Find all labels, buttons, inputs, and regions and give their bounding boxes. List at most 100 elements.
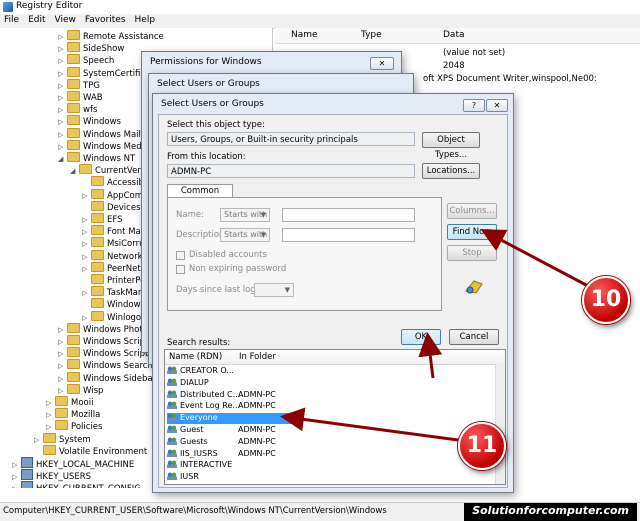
- tree-item[interactable]: ▷ Wisp: [58, 383, 103, 396]
- menu-file[interactable]: File: [0, 14, 24, 25]
- stop-button[interactable]: Stop: [447, 245, 497, 261]
- search-results-list[interactable]: Name (RDN) In Folder CREATOR O... DIALUP D…: [164, 349, 506, 485]
- expand-icon[interactable]: ▷: [58, 143, 65, 151]
- tree-item[interactable]: ◢ Windows NT: [58, 152, 135, 164]
- tree-item[interactable]: Windows: [82, 298, 145, 310]
- result-row[interactable]: Distributed C... ADMN-PC: [167, 389, 467, 401]
- expand-icon[interactable]: ▷: [58, 70, 65, 78]
- tree-item[interactable]: ▷ Windows Media: [58, 139, 149, 152]
- tree-item[interactable]: Accessibi: [82, 176, 146, 188]
- expand-icon[interactable]: ▷: [58, 118, 65, 126]
- description-input[interactable]: [282, 228, 415, 242]
- disabled-accounts-checkbox[interactable]: [176, 251, 185, 260]
- menu-help[interactable]: Help: [131, 14, 161, 25]
- expand-icon[interactable]: ▷: [58, 362, 65, 370]
- tree-item[interactable]: ▷ Windows Script I: [58, 347, 154, 359]
- name-match-select[interactable]: Starts with ▼: [220, 208, 270, 222]
- result-row[interactable]: CREATOR O...: [167, 366, 467, 377]
- tree-item[interactable]: ▷ PeerNet: [82, 261, 141, 274]
- tree-item[interactable]: ▷ System: [34, 432, 91, 445]
- result-row[interactable]: Guest ADMN-PC: [167, 425, 467, 436]
- expand-icon[interactable]: ▷: [58, 57, 65, 65]
- result-row[interactable]: IIS_IUSRS ADMN-PC: [167, 448, 467, 460]
- result-row[interactable]: Event Log Re... ADMN-PC: [167, 401, 467, 412]
- menu-favorites[interactable]: Favorites: [81, 14, 131, 25]
- expand-icon[interactable]: ▷: [12, 473, 19, 481]
- expand-icon[interactable]: ▷: [82, 265, 89, 273]
- find-now-button[interactable]: Find Now: [447, 224, 497, 240]
- tree-item[interactable]: ▷ Remote Assistance: [58, 30, 164, 42]
- result-row[interactable]: DIALUP: [167, 377, 467, 389]
- tree-item[interactable]: ▷ wfs: [58, 103, 97, 115]
- description-match-select[interactable]: Starts with ▼: [220, 228, 270, 242]
- help-icon[interactable]: ?: [463, 99, 485, 112]
- tree-item[interactable]: ▷ TPG: [58, 78, 100, 91]
- tree-item[interactable]: ▷ Windows Search: [58, 359, 153, 371]
- expand-icon[interactable]: ▷: [58, 338, 65, 346]
- expand-icon[interactable]: ▷: [58, 33, 65, 41]
- expand-icon[interactable]: ▷: [58, 350, 65, 358]
- expand-icon[interactable]: ▷: [58, 106, 65, 114]
- tree-item[interactable]: ▷ Windows Sidebar: [58, 371, 156, 384]
- expand-icon[interactable]: ▷: [58, 131, 65, 139]
- tree-item[interactable]: ▷ Mozilla: [46, 408, 100, 420]
- column-name-rdn[interactable]: Name (RDN): [169, 352, 222, 362]
- tree-item[interactable]: ▷ Policies: [46, 420, 102, 432]
- days-since-logon-select[interactable]: ▼: [254, 283, 294, 297]
- expand-icon[interactable]: ▷: [82, 289, 89, 297]
- tree-item[interactable]: Devices: [82, 200, 141, 213]
- expand-icon[interactable]: ▷: [82, 216, 89, 224]
- menu-view[interactable]: View: [51, 14, 81, 25]
- tree-item[interactable]: ▷ Network: [82, 249, 143, 262]
- tree-item[interactable]: ▷ WAB: [58, 91, 103, 103]
- tree-item[interactable]: ▷ Speech: [58, 54, 114, 66]
- expand-icon[interactable]: ▷: [58, 94, 65, 102]
- columns-button[interactable]: Columns...: [447, 203, 497, 219]
- tree-item[interactable]: ▷ HKEY_USERS: [12, 469, 91, 482]
- tree-item[interactable]: ▷ Windows: [58, 115, 121, 127]
- non-expiring-checkbox[interactable]: [176, 265, 185, 274]
- tree-item[interactable]: Volatile Environment: [34, 444, 147, 457]
- tree-item[interactable]: ▷ AppComp: [82, 188, 148, 201]
- cancel-button[interactable]: Cancel: [449, 329, 499, 345]
- name-input[interactable]: [282, 208, 415, 222]
- expand-icon[interactable]: ▷: [46, 399, 53, 407]
- tab-common-queries[interactable]: Common Queries: [167, 184, 233, 209]
- expand-icon[interactable]: ▷: [82, 228, 89, 236]
- tree-item[interactable]: ▷ MsiCorrup: [82, 237, 150, 249]
- collapse-icon[interactable]: ◢: [58, 155, 65, 163]
- collapse-icon[interactable]: ◢: [70, 167, 77, 175]
- expand-icon[interactable]: ▷: [46, 411, 53, 419]
- expand-icon[interactable]: ▷: [12, 485, 19, 488]
- expand-icon[interactable]: ▷: [82, 253, 89, 261]
- ok-button[interactable]: OK: [401, 329, 441, 345]
- result-row[interactable]: IUSR: [167, 472, 467, 483]
- results-scrollbar[interactable]: [495, 364, 505, 484]
- column-type[interactable]: Type: [361, 30, 382, 40]
- expand-icon[interactable]: ▷: [34, 436, 41, 444]
- close-icon[interactable]: ✕: [370, 57, 394, 70]
- expand-icon[interactable]: ▷: [82, 314, 89, 322]
- expand-icon[interactable]: ▷: [58, 375, 65, 383]
- expand-icon[interactable]: ▷: [58, 387, 65, 395]
- tree-item[interactable]: ▷ Font Man: [82, 225, 146, 237]
- tree-item[interactable]: ▷ TaskMana: [82, 286, 148, 298]
- expand-icon[interactable]: ▷: [58, 326, 65, 334]
- tree-item[interactable]: ▷ HKEY_CURRENT_CONFIG: [12, 481, 141, 488]
- result-row[interactable]: Everyone: [167, 413, 302, 425]
- column-name[interactable]: Name: [291, 30, 318, 40]
- tree-item[interactable]: ▷ SideShow: [58, 42, 124, 54]
- tree-item[interactable]: ▷ Mooii: [46, 396, 93, 408]
- menu-edit[interactable]: Edit: [24, 14, 50, 25]
- expand-icon[interactable]: ▷: [46, 423, 53, 431]
- tree-item[interactable]: ▷ HKEY_LOCAL_MACHINE: [12, 457, 134, 470]
- tree-item[interactable]: ▷ Windows Script: [58, 335, 148, 347]
- expand-icon[interactable]: ▷: [58, 45, 65, 53]
- locations-button[interactable]: Locations...: [422, 163, 480, 179]
- tree-item[interactable]: ▷ Windows Mail: [58, 127, 141, 140]
- column-data[interactable]: Data: [443, 30, 465, 40]
- result-row[interactable]: Guests ADMN-PC: [167, 436, 467, 448]
- expand-icon[interactable]: ▷: [12, 461, 19, 469]
- tree-item[interactable]: ▷ EFS: [82, 213, 123, 225]
- expand-icon[interactable]: ▷: [58, 82, 65, 90]
